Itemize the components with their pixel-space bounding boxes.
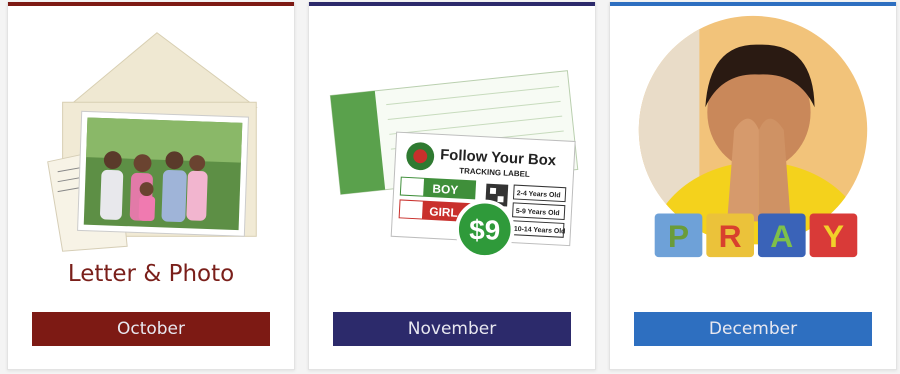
card-november: Follow Your Box TRACKING LABEL BOY GIRL …	[308, 2, 596, 370]
december-button[interactable]: December	[634, 312, 872, 346]
card-accent-bar	[8, 2, 294, 6]
month-cards-row: Letter & Photo October Follow Your Box T…	[0, 0, 900, 374]
card-accent-bar	[610, 2, 896, 6]
block-letter-r: R	[719, 218, 742, 254]
label-girl: GIRL	[429, 204, 458, 219]
envelope-photo-image	[47, 32, 258, 252]
label-boy: BOY	[432, 182, 459, 197]
card-october: Letter & Photo October	[7, 2, 295, 370]
block-letter-a: A	[770, 218, 793, 254]
price-badge: $9	[469, 214, 500, 245]
block-letter-p: P	[668, 218, 689, 254]
november-button[interactable]: November	[333, 312, 571, 346]
card-accent-bar	[309, 2, 595, 6]
block-letter-y: Y	[823, 218, 844, 254]
october-button[interactable]: October	[32, 312, 270, 346]
tracking-label-image: Follow Your Box TRACKING LABEL BOY GIRL …	[329, 70, 579, 260]
card-caption: Letter & Photo	[67, 261, 235, 287]
child-praying-image: P R A Y	[638, 15, 868, 258]
card-december: P R A Y December	[609, 2, 897, 370]
